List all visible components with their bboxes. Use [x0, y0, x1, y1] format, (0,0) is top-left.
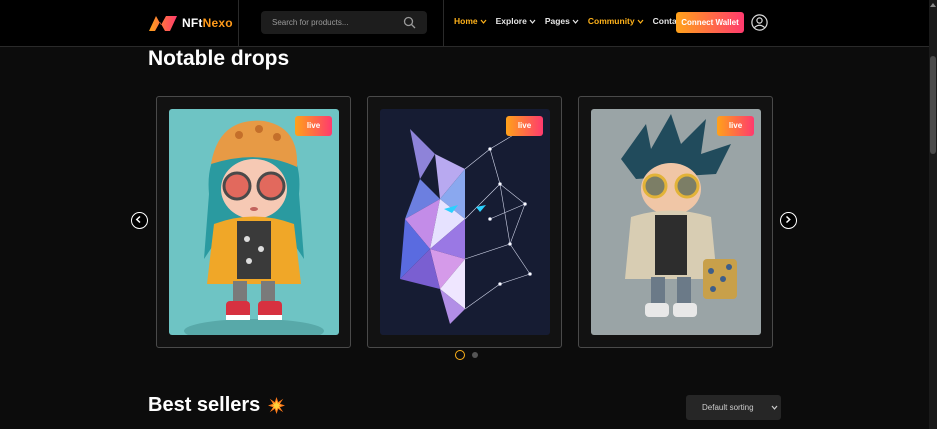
search-input[interactable] [261, 17, 404, 28]
carousel-prev-button[interactable] [131, 212, 148, 229]
search-icon[interactable] [403, 16, 416, 29]
nfnexo-logo-icon [149, 16, 177, 31]
nft-artwork-geometric-wolf[interactable] [380, 109, 550, 335]
section-title-text: Best sellers [148, 394, 261, 416]
page-scrollbar[interactable] [929, 0, 937, 429]
search-box[interactable] [261, 11, 427, 34]
explosion-icon [268, 397, 286, 414]
nft-card[interactable]: live [156, 96, 351, 348]
carousel-dot-active[interactable] [455, 350, 465, 360]
nft-artwork-girl-figure[interactable] [169, 109, 339, 335]
nav-item-label: Explore [495, 16, 527, 26]
nav-item-community[interactable]: Community [588, 16, 644, 26]
header-divider [238, 0, 239, 46]
nav-item-explore[interactable]: Explore [496, 16, 536, 26]
nav-item-pages[interactable]: Pages [545, 16, 579, 26]
brand-name: NFtNexo [182, 16, 233, 30]
carousel-next-button[interactable] [780, 212, 797, 229]
sort-select[interactable]: Default sorting [686, 395, 781, 420]
connect-wallet-button[interactable]: Connect Wallet [676, 12, 744, 33]
scroll-up-arrow-icon[interactable] [930, 2, 936, 8]
nav-item-label: Pages [544, 16, 570, 26]
nav-item-label: Home [454, 16, 478, 26]
carousel-dot[interactable] [472, 352, 478, 358]
nav-item-label: Community [587, 16, 635, 26]
live-badge: live [506, 116, 543, 136]
chevron-down-icon [529, 19, 536, 24]
chevron-down-icon [572, 19, 579, 24]
nft-card[interactable]: live [578, 96, 773, 348]
section-title-notable-drops: Notable drops [148, 47, 290, 70]
user-account-icon[interactable] [751, 14, 768, 31]
nav-item-home[interactable]: Home [454, 16, 487, 26]
header-divider [443, 0, 444, 46]
section-title-best-sellers: Best sellers [148, 394, 286, 417]
chevron-right-icon [785, 215, 791, 224]
nft-card[interactable]: live [367, 96, 562, 348]
live-badge: live [717, 116, 754, 136]
site-header: NFtNexo Home Explore Pages Community Con… [0, 0, 929, 47]
chevron-down-icon [637, 19, 644, 24]
scrollbar-thumb[interactable] [930, 56, 936, 154]
nft-artwork-boy-figure[interactable] [591, 109, 761, 335]
chevron-down-icon [771, 405, 778, 410]
chevron-left-icon [135, 215, 141, 224]
main-nav: Home Explore Pages Community Contact [454, 16, 693, 26]
brand-logo[interactable]: NFtNexo [148, 13, 233, 33]
live-badge: live [295, 116, 332, 136]
chevron-down-icon [480, 19, 487, 24]
